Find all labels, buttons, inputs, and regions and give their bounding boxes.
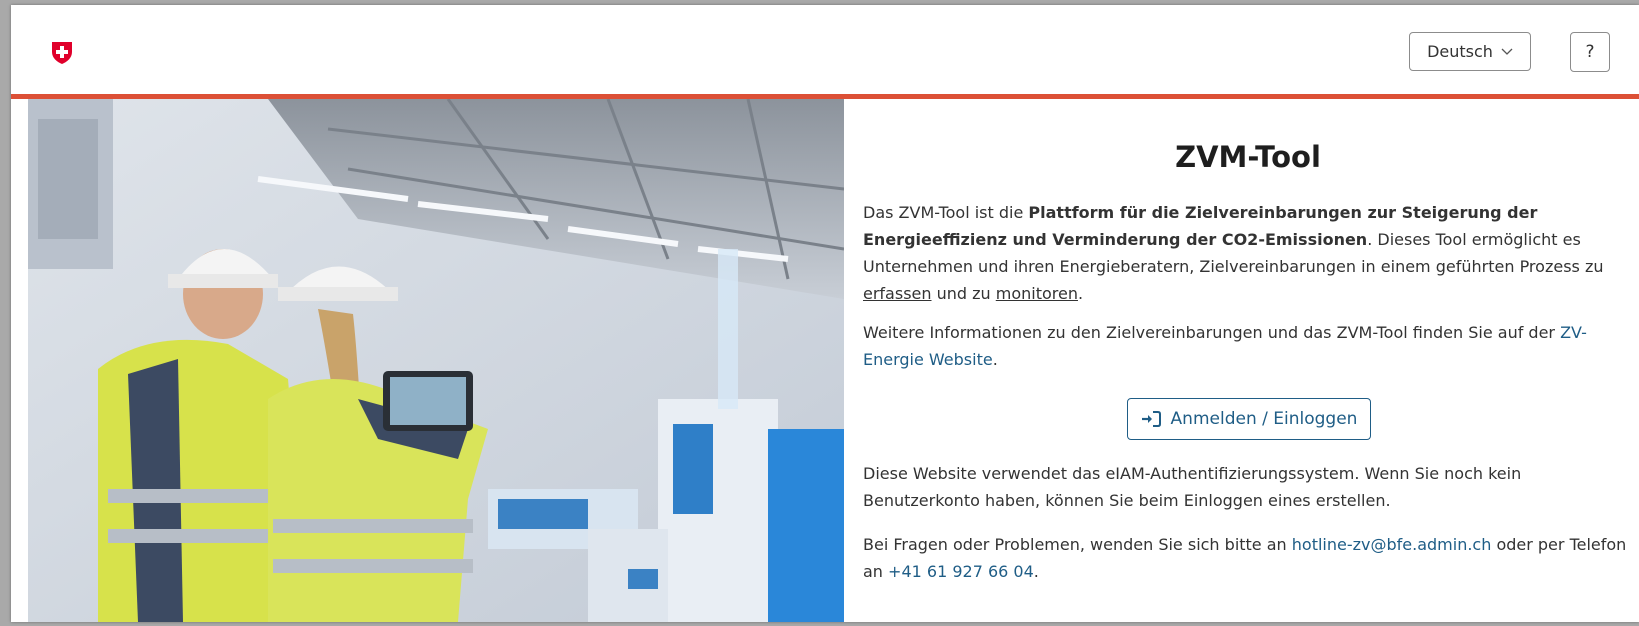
contact-text-1: Bei Fragen oder Problemen, wenden Sie si… xyxy=(863,535,1292,554)
main-content: ZVM-Tool Das ZVM-Tool ist die Plattform … xyxy=(863,99,1633,622)
swiss-cross-shield-icon[interactable] xyxy=(51,40,73,65)
hero-image xyxy=(28,99,844,622)
info-text-2: . xyxy=(992,350,998,369)
monitoren-term: monitoren xyxy=(995,284,1078,303)
login-button[interactable]: Anmelden / Einloggen xyxy=(1127,398,1371,440)
browser-window: Deutsch ? ZVM-Tool Das ZVM-Tool ist die … xyxy=(11,5,1639,622)
sign-in-icon xyxy=(1141,411,1161,427)
erfassen-term: erfassen xyxy=(863,284,932,303)
hotline-phone-link[interactable]: +41 61 927 66 04 xyxy=(888,562,1034,581)
contact-text-3: . xyxy=(1033,562,1039,581)
help-button[interactable]: ? xyxy=(1570,32,1610,72)
hotline-email-link[interactable]: hotline-zv@bfe.admin.ch xyxy=(1292,535,1492,554)
login-button-label: Anmelden / Einloggen xyxy=(1170,408,1358,429)
info-text-1: Weitere Informationen zu den Zielvereinb… xyxy=(863,323,1561,342)
chevron-down-icon xyxy=(1501,48,1513,55)
page-title: ZVM-Tool xyxy=(1175,140,1321,174)
info-paragraph: Weitere Informationen zu den Zielvereinb… xyxy=(863,319,1633,373)
intro-paragraph: Das ZVM-Tool ist die Plattform für die Z… xyxy=(863,199,1633,307)
language-select[interactable]: Deutsch xyxy=(1409,32,1531,71)
language-label: Deutsch xyxy=(1427,42,1493,61)
login-button-container: Anmelden / Einloggen xyxy=(863,398,1633,440)
intro-text-1: Das ZVM-Tool ist die xyxy=(863,203,1029,222)
intro-text-3: und zu xyxy=(931,284,996,303)
contact-paragraph: Bei Fragen oder Problemen, wenden Sie si… xyxy=(863,531,1633,585)
eiam-info-paragraph: Diese Website verwendet das eIAM-Authent… xyxy=(863,464,1522,510)
intro-text-4: . xyxy=(1077,284,1084,303)
header: Deutsch ? xyxy=(11,5,1639,94)
help-label: ? xyxy=(1585,42,1595,62)
